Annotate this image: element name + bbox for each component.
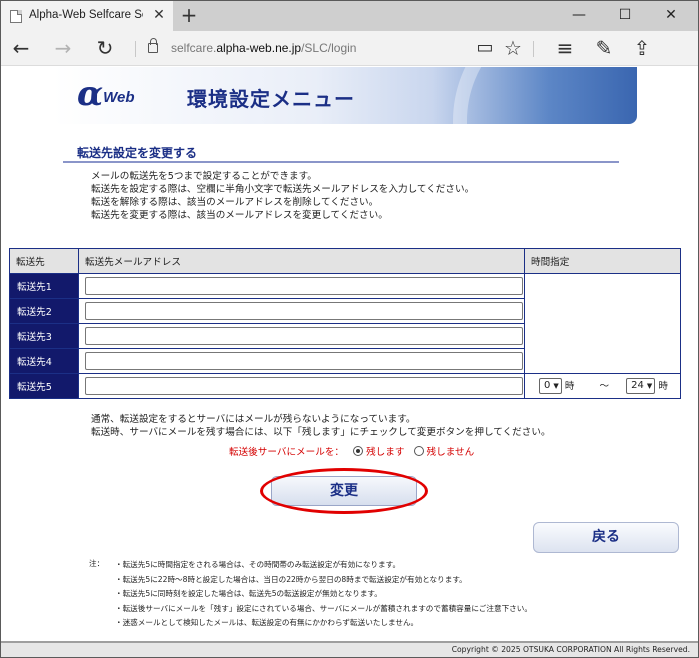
radio-discard-label[interactable]: 残しません bbox=[427, 447, 475, 458]
notes-list: 転送先5に時間指定をされる場合は、その時間帯のみ転送設定が有効になります。 転送… bbox=[115, 558, 532, 631]
close-window-icon[interactable]: ✕ bbox=[648, 1, 694, 31]
start-hour-select[interactable]: 0 ▼ bbox=[539, 378, 562, 394]
header-email: 転送先メールアドレス bbox=[78, 248, 525, 274]
section-description: メールの転送先を5つまで設定することができます。 転送先を設定する際は、空欄に半… bbox=[91, 170, 474, 222]
url-host: alpha-web.ne.jp bbox=[216, 41, 302, 55]
address-bar[interactable]: selfcare.alpha-web.ne.jp/SLC/login bbox=[171, 41, 356, 55]
section-title: 転送先設定を変更する bbox=[77, 146, 198, 160]
logo-alpha: α bbox=[77, 74, 104, 114]
tab-title: Alpha-Web Selfcare Ser bbox=[29, 9, 143, 21]
new-tab-icon[interactable]: + bbox=[179, 5, 199, 25]
notes-label: 注： bbox=[89, 559, 105, 568]
reading-view-icon[interactable]: ▭ bbox=[473, 37, 497, 61]
back-button[interactable]: 戻る bbox=[533, 522, 679, 553]
navigation-bar: ← → ↻ selfcare.alpha-web.ne.jp/SLC/login… bbox=[1, 31, 698, 66]
table-row: 転送先1 bbox=[9, 273, 681, 374]
url-subdomain: selfcare. bbox=[171, 41, 217, 55]
row-label: 転送先5 bbox=[9, 373, 79, 399]
list-item: 転送先5に同時刻を設定した場合は、転送先5の転送設定が無効となります。 bbox=[115, 587, 532, 602]
nav-divider bbox=[135, 41, 136, 57]
section-divider bbox=[63, 161, 619, 163]
forward-icon[interactable]: → bbox=[51, 37, 75, 61]
refresh-icon[interactable]: ↻ bbox=[93, 37, 117, 61]
minimize-icon[interactable]: — bbox=[556, 1, 602, 31]
list-item: 転送後サーバにメールを「残す」設定にされている場合、サーバにメールが蓄積されます… bbox=[115, 602, 532, 617]
highlight-annotation bbox=[260, 468, 428, 514]
start-hour-value: 0 bbox=[544, 380, 551, 391]
row-label: 転送先4 bbox=[9, 348, 79, 374]
time-range-cell: 0 ▼ 時 〜 24 ▼ 時 bbox=[524, 373, 681, 399]
forward-email-input-4[interactable] bbox=[85, 352, 523, 370]
info-line: 転送時、サーバにメールを残す場合には、以下「残します」にチェックして変更ボタンを… bbox=[91, 427, 551, 438]
chevron-down-icon: ▼ bbox=[553, 382, 559, 390]
favorite-star-icon[interactable]: ☆ bbox=[501, 37, 525, 61]
browser-window: Alpha-Web Selfcare Ser ✕ + — ☐ ✕ ← → ↻ s… bbox=[0, 0, 699, 658]
header-destination: 転送先 bbox=[9, 248, 79, 274]
web-note-icon[interactable]: ✎ bbox=[592, 37, 616, 61]
logo-web: Web bbox=[103, 89, 135, 106]
keep-mail-option: 転送後サーバにメールを： 残します 残しません bbox=[229, 444, 474, 458]
maximize-icon[interactable]: ☐ bbox=[602, 1, 648, 31]
forward-email-input-3[interactable] bbox=[85, 327, 523, 345]
list-item: 転送先5に22時〜8時と設定した場合は、当日の22時から翌日の8時まで転送設定が… bbox=[115, 573, 532, 588]
tab-close-icon[interactable]: ✕ bbox=[151, 7, 167, 23]
forward-email-input-5[interactable] bbox=[85, 377, 523, 395]
radio-discard[interactable] bbox=[413, 446, 424, 456]
page-icon bbox=[10, 10, 22, 23]
start-hour-unit: 時 bbox=[564, 381, 575, 392]
url-path: /SLC/login bbox=[301, 41, 357, 55]
end-hour-value: 24 bbox=[631, 380, 644, 391]
header-banner: αWeb 環境設定メニュー bbox=[53, 67, 637, 124]
page-heading: 環境設定メニュー bbox=[187, 87, 355, 111]
share-icon[interactable]: ⇪ bbox=[630, 37, 654, 61]
description-line: 転送を解除する際は、該当のメールアドレスを削除してください。 bbox=[91, 197, 379, 208]
end-hour-select[interactable]: 24 ▼ bbox=[626, 378, 656, 394]
radio-keep[interactable] bbox=[353, 446, 364, 456]
list-item: 迷惑メールとして検知したメールは、転送設定の有無にかかわらず転送いたしません。 bbox=[115, 616, 532, 631]
row-label: 転送先3 bbox=[9, 323, 79, 349]
keep-mail-info: 通常、転送設定をするとサーバにはメールが残らないようになっています。 転送時、サ… bbox=[91, 413, 551, 439]
row-label: 転送先2 bbox=[9, 298, 79, 324]
toolbar-divider bbox=[533, 41, 534, 57]
page-footer: Copyright © 2025 OTSUKA CORPORATION All … bbox=[1, 641, 698, 657]
table-row: 転送先5 0 ▼ 時 〜 24 ▼ 時 bbox=[9, 373, 681, 399]
forward-email-input-1[interactable] bbox=[85, 277, 523, 295]
end-hour-unit: 時 bbox=[658, 381, 668, 392]
browser-tab[interactable]: Alpha-Web Selfcare Ser ✕ bbox=[1, 1, 173, 31]
description-line: 転送先を変更する際は、該当のメールアドレスを変更してください。 bbox=[91, 210, 388, 221]
back-icon[interactable]: ← bbox=[9, 37, 33, 61]
alpha-web-logo[interactable]: αWeb bbox=[77, 77, 135, 111]
forward-email-input-2[interactable] bbox=[85, 302, 523, 320]
time-cell-empty bbox=[524, 273, 681, 374]
description-line: メールの転送先を5つまで設定することができます。 bbox=[91, 171, 317, 182]
description-line: 転送先を設定する際は、空欄に半角小文字で転送先メールアドレスを入力してください。 bbox=[91, 184, 475, 195]
forwarding-table: 転送先 転送先メールアドレス 時間指定 転送先1 転送先2 転送先3 転送先4 … bbox=[9, 248, 681, 399]
chevron-down-icon: ▼ bbox=[646, 382, 653, 390]
info-line: 通常、転送設定をするとサーバにはメールが残らないようになっています。 bbox=[91, 414, 416, 425]
tab-bar: Alpha-Web Selfcare Ser ✕ + — ☐ ✕ bbox=[1, 1, 698, 31]
header-time: 時間指定 bbox=[524, 248, 681, 274]
row-label: 転送先1 bbox=[9, 273, 79, 299]
list-item: 転送先5に時間指定をされる場合は、その時間帯のみ転送設定が有効になります。 bbox=[115, 558, 532, 573]
radio-keep-label[interactable]: 残します bbox=[366, 447, 404, 458]
keep-mail-label: 転送後サーバにメールを： bbox=[229, 447, 345, 458]
copyright: Copyright © 2025 OTSUKA CORPORATION All … bbox=[451, 645, 690, 654]
lock-icon bbox=[148, 38, 158, 53]
time-range-separator: 〜 bbox=[599, 381, 610, 392]
page-content: αWeb 環境設定メニュー 転送先設定を変更する メールの転送先を5つまで設定す… bbox=[1, 67, 698, 657]
hub-icon[interactable]: ≡ bbox=[553, 37, 577, 61]
